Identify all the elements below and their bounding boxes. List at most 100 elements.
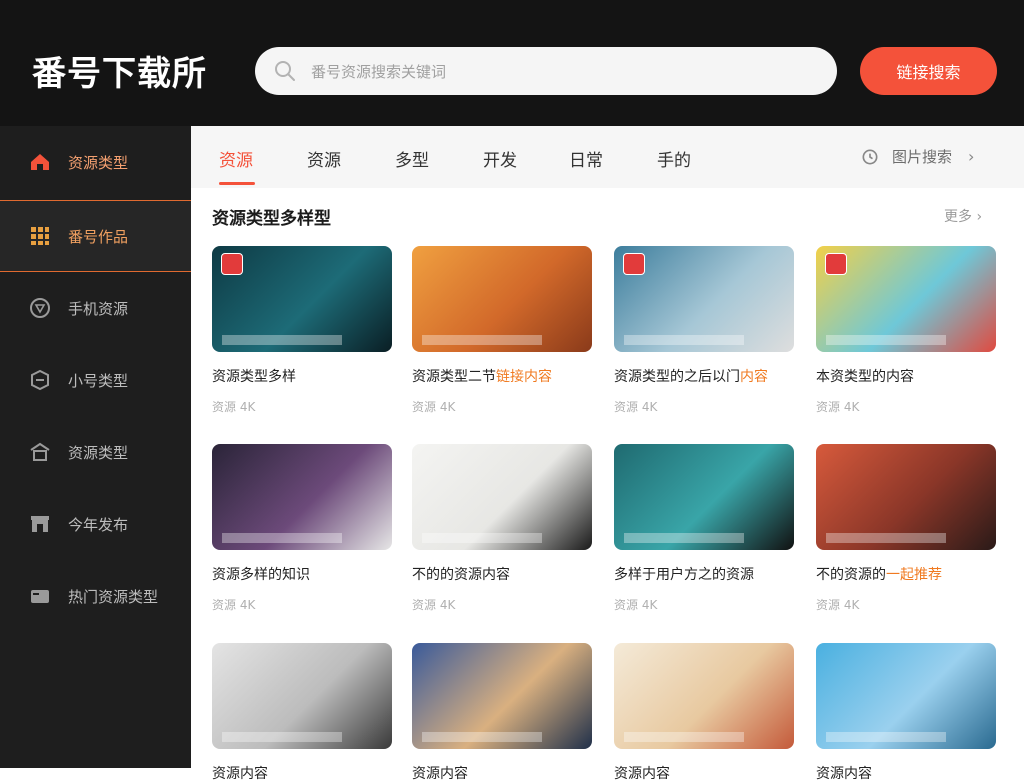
meta-bar: [624, 732, 744, 742]
card-subtitle: 资源 4K: [816, 598, 860, 612]
compass-icon: [28, 296, 52, 320]
card-title[interactable]: 资源类型二节链接内容: [412, 366, 592, 386]
sidebar-item-this-year[interactable]: 今年发布: [0, 488, 191, 560]
card-thumbnail[interactable]: [614, 246, 794, 352]
card-title[interactable]: 资源内容: [212, 763, 392, 783]
video-card[interactable]: 不的的资源内容 资源 4K: [412, 444, 592, 613]
video-card[interactable]: 不的资源的一起推荐 资源 4K: [816, 444, 996, 613]
house-icon: [28, 440, 52, 464]
sidebar-item-label: 热门资源类型: [68, 587, 159, 606]
card-subtitle: 资源 4K: [816, 400, 860, 414]
badge-icon: [623, 253, 645, 275]
card-subtitle: 资源 4K: [412, 598, 456, 612]
grid-icon: [28, 224, 52, 248]
card-subtitle: 资源 4K: [212, 400, 256, 414]
meta-bar: [624, 533, 744, 543]
card-title[interactable]: 资源内容: [614, 763, 794, 783]
shop-icon: [28, 512, 52, 536]
video-card[interactable]: 资源内容: [212, 643, 392, 783]
card-thumbnail[interactable]: [816, 444, 996, 550]
sidebar: 资源类型 番号作品 手机资源 小号类型 资源类型 今年发布 热门资源类型: [0, 126, 191, 768]
sidebar-item-resource-type[interactable]: 资源类型: [0, 126, 191, 198]
card-thumbnail[interactable]: [212, 444, 392, 550]
meta-bar: [826, 533, 946, 543]
video-card[interactable]: 资源内容: [412, 643, 592, 783]
sidebar-item-resource[interactable]: 资源类型: [0, 416, 191, 488]
card-title[interactable]: 资源多样的知识: [212, 564, 392, 584]
card-thumbnail[interactable]: [614, 444, 794, 550]
sidebar-item-label: 资源类型: [68, 443, 129, 462]
tab-multi[interactable]: 多型: [395, 146, 429, 171]
card-title[interactable]: 不的资源的一起推荐: [816, 564, 996, 584]
card-thumbnail[interactable]: [212, 246, 392, 352]
meta-bar: [826, 335, 946, 345]
video-card[interactable]: 资源多样的知识 资源 4K: [212, 444, 392, 613]
video-card[interactable]: 本资类型的内容 资源 4K: [816, 246, 996, 415]
card-subtitle: 资源 4K: [212, 598, 256, 612]
meta-bar: [222, 732, 342, 742]
box-icon: [28, 368, 52, 392]
meta-bar: [222, 335, 342, 345]
tab-resource-1[interactable]: 资源: [219, 146, 253, 171]
search-button[interactable]: 链接搜索: [860, 47, 997, 95]
card-subtitle: 资源 4K: [614, 400, 658, 414]
sidebar-item-label: 小号类型: [68, 371, 129, 390]
tab-hands[interactable]: 手的: [657, 146, 691, 171]
search-icon: [275, 61, 295, 81]
home-icon: [28, 150, 52, 174]
meta-bar: [624, 335, 744, 345]
card-subtitle: 资源 4K: [412, 400, 456, 414]
top-header: 番号下载所 链接搜索: [0, 0, 1024, 126]
card-icon: [28, 584, 52, 608]
card-thumbnail[interactable]: [816, 643, 996, 749]
active-tab-indicator: [219, 182, 255, 185]
badge-icon: [825, 253, 847, 275]
sidebar-item-mobile[interactable]: 手机资源: [0, 272, 191, 344]
card-title[interactable]: 资源内容: [816, 763, 996, 783]
more-link[interactable]: 更多 ›: [944, 206, 982, 226]
sidebar-item-small[interactable]: 小号类型: [0, 344, 191, 416]
card-title[interactable]: 本资类型的内容: [816, 366, 996, 386]
tab-dev[interactable]: 开发: [483, 146, 517, 171]
meta-bar: [422, 335, 542, 345]
chevron-right-icon: ›: [968, 147, 975, 166]
video-card[interactable]: 资源类型的之后以门内容 资源 4K: [614, 246, 794, 415]
card-title[interactable]: 资源内容: [412, 763, 592, 783]
card-thumbnail[interactable]: [412, 643, 592, 749]
card-subtitle: 资源 4K: [614, 598, 658, 612]
video-card[interactable]: 资源内容: [614, 643, 794, 783]
sidebar-item-label: 今年发布: [68, 515, 129, 534]
sidebar-item-hot[interactable]: 热门资源类型: [0, 560, 191, 632]
meta-bar: [826, 732, 946, 742]
meta-bar: [422, 732, 542, 742]
image-search-label: 图片搜索: [892, 148, 953, 166]
meta-bar: [422, 533, 542, 543]
badge-icon: [221, 253, 243, 275]
video-card[interactable]: 资源类型多样 资源 4K: [212, 246, 392, 415]
card-title[interactable]: 资源类型的之后以门内容: [614, 366, 794, 386]
sidebar-item-label: 手机资源: [68, 299, 129, 318]
search-bar[interactable]: [255, 47, 837, 95]
video-card[interactable]: 资源内容: [816, 643, 996, 783]
tab-resource-2[interactable]: 资源: [307, 146, 341, 171]
clock-icon: [862, 149, 878, 164]
search-input[interactable]: [309, 57, 813, 87]
card-thumbnail[interactable]: [412, 246, 592, 352]
card-title[interactable]: 不的的资源内容: [412, 564, 592, 584]
section-title: 资源类型多样型: [212, 209, 331, 229]
meta-bar: [222, 533, 342, 543]
sidebar-item-label: 资源类型: [68, 153, 129, 172]
site-logo[interactable]: 番号下载所: [32, 46, 207, 95]
sidebar-item-works[interactable]: 番号作品: [0, 200, 191, 272]
card-title[interactable]: 多样于用户方之的资源: [614, 564, 794, 584]
card-thumbnail[interactable]: [614, 643, 794, 749]
card-thumbnail[interactable]: [212, 643, 392, 749]
card-thumbnail[interactable]: [412, 444, 592, 550]
sidebar-item-label: 番号作品: [68, 227, 129, 246]
video-card[interactable]: 多样于用户方之的资源 资源 4K: [614, 444, 794, 613]
card-thumbnail[interactable]: [816, 246, 996, 352]
card-title[interactable]: 资源类型多样: [212, 366, 392, 386]
image-search-link[interactable]: 图片搜索 ›: [860, 146, 974, 167]
tab-daily[interactable]: 日常: [569, 146, 603, 171]
video-card[interactable]: 资源类型二节链接内容 资源 4K: [412, 246, 592, 415]
